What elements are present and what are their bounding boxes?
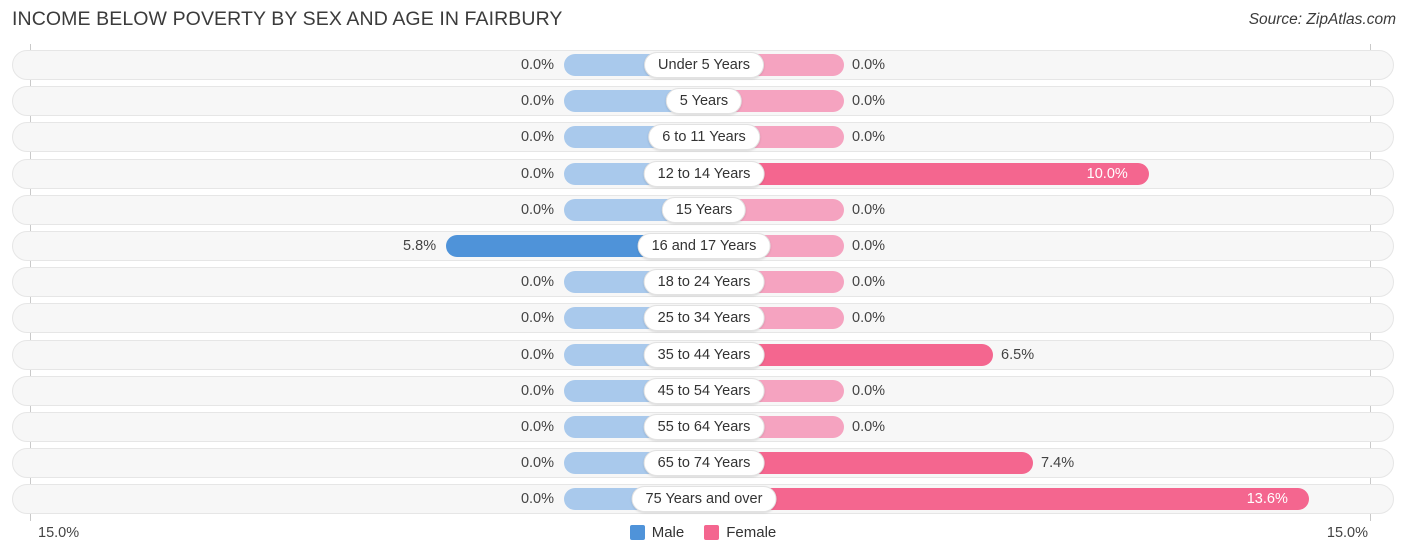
value-label-male: 0.0%	[520, 129, 554, 146]
page-title: INCOME BELOW POVERTY BY SEX AND AGE IN F…	[12, 8, 563, 30]
value-label-male: 0.0%	[520, 419, 554, 435]
chart-plot-area: 0.0% 0.0% Under 5 Years 0.0% 0.0% 5 Years 0.0%…	[0, 44, 1406, 521]
value-label-female: 0.0%	[852, 238, 886, 254]
category-label: 25 to 34 Years	[643, 305, 765, 332]
value-label-female: 0.0%	[852, 310, 886, 327]
legend-label-female: Female	[726, 524, 777, 541]
table-row: 0.0% 0.0% 18 to 24 Years	[12, 267, 1394, 298]
table-row: 0.0% 0.0% 55 to 64 Years	[12, 412, 1394, 442]
table-row: 0.0% 0.0% 6 to 11 Years	[12, 122, 1394, 153]
table-row: 0.0% 0.0% Under 5 Years	[12, 50, 1394, 80]
value-label-female: 13.6%	[1246, 491, 1288, 508]
table-row: 0.0% 13.6% 75 Years and over	[12, 484, 1394, 515]
table-row: 0.0% 0.0% 45 to 54 Years	[12, 375, 1394, 406]
category-label: 35 to 44 Years	[643, 341, 765, 368]
value-label-female: 0.0%	[852, 201, 886, 218]
value-label-female: 0.0%	[852, 419, 886, 435]
value-label-male: 0.0%	[520, 274, 554, 291]
category-label: 65 to 74 Years	[643, 450, 765, 477]
legend-swatch-male-icon	[629, 525, 645, 540]
value-label-male: 0.0%	[520, 346, 554, 363]
value-label-male: 0.0%	[520, 455, 554, 472]
category-label: 5 Years	[665, 88, 743, 115]
value-label-male: 0.0%	[520, 382, 554, 399]
value-label-male: 0.0%	[520, 165, 554, 182]
bar-female[interactable]	[704, 488, 1309, 511]
value-label-male: 0.0%	[520, 491, 554, 508]
value-label-male: 0.0%	[520, 310, 554, 327]
value-label-female: 0.0%	[852, 274, 886, 291]
table-row: 0.0% 0.0% 15 Years	[12, 194, 1394, 225]
table-row: 0.0% 0.0% 5 Years	[12, 86, 1394, 117]
category-label: 16 and 17 Years	[637, 233, 771, 259]
value-label-female: 0.0%	[852, 382, 886, 399]
value-label-female: 7.4%	[1041, 455, 1075, 472]
bar-female[interactable]	[704, 162, 1149, 185]
table-row: 0.0% 0.0% 25 to 34 Years	[12, 303, 1394, 334]
value-label-female: 0.0%	[852, 57, 886, 73]
chart-footer: 15.0% 15.0% Male Female	[0, 521, 1406, 559]
table-row: 0.0% 7.4% 65 to 74 Years	[12, 448, 1394, 479]
category-label: Under 5 Years	[644, 52, 764, 78]
value-label-female: 0.0%	[852, 93, 886, 110]
value-label-male: 0.0%	[520, 201, 554, 218]
value-label-male: 0.0%	[520, 93, 554, 110]
legend-label-male: Male	[651, 524, 685, 541]
category-label: 45 to 54 Years	[643, 377, 765, 404]
category-label: 15 Years	[661, 196, 747, 223]
legend-swatch-female-icon	[704, 525, 720, 540]
chart-legend: Male Female	[0, 524, 1406, 541]
value-label-male: 0.0%	[520, 57, 554, 73]
category-label: 75 Years and over	[631, 486, 777, 513]
category-label: 55 to 64 Years	[643, 414, 765, 440]
chart-header: INCOME BELOW POVERTY BY SEX AND AGE IN F…	[0, 0, 1406, 44]
table-row: 5.8% 0.0% 16 and 17 Years	[12, 231, 1394, 261]
category-label: 12 to 14 Years	[643, 160, 765, 187]
table-row: 0.0% 10.0% 12 to 14 Years	[12, 158, 1394, 189]
value-label-female: 6.5%	[1001, 346, 1035, 363]
legend-item-male[interactable]: Male	[629, 524, 685, 541]
category-label: 18 to 24 Years	[643, 269, 765, 296]
value-label-female: 10.0%	[1086, 165, 1128, 182]
category-label: 6 to 11 Years	[648, 124, 760, 151]
source-attribution: Source: ZipAtlas.com	[1248, 11, 1396, 28]
table-row: 0.0% 6.5% 35 to 44 Years	[12, 339, 1394, 370]
value-label-female: 0.0%	[852, 129, 886, 146]
value-label-male: 5.8%	[403, 238, 437, 254]
legend-item-female[interactable]: Female	[704, 524, 776, 541]
